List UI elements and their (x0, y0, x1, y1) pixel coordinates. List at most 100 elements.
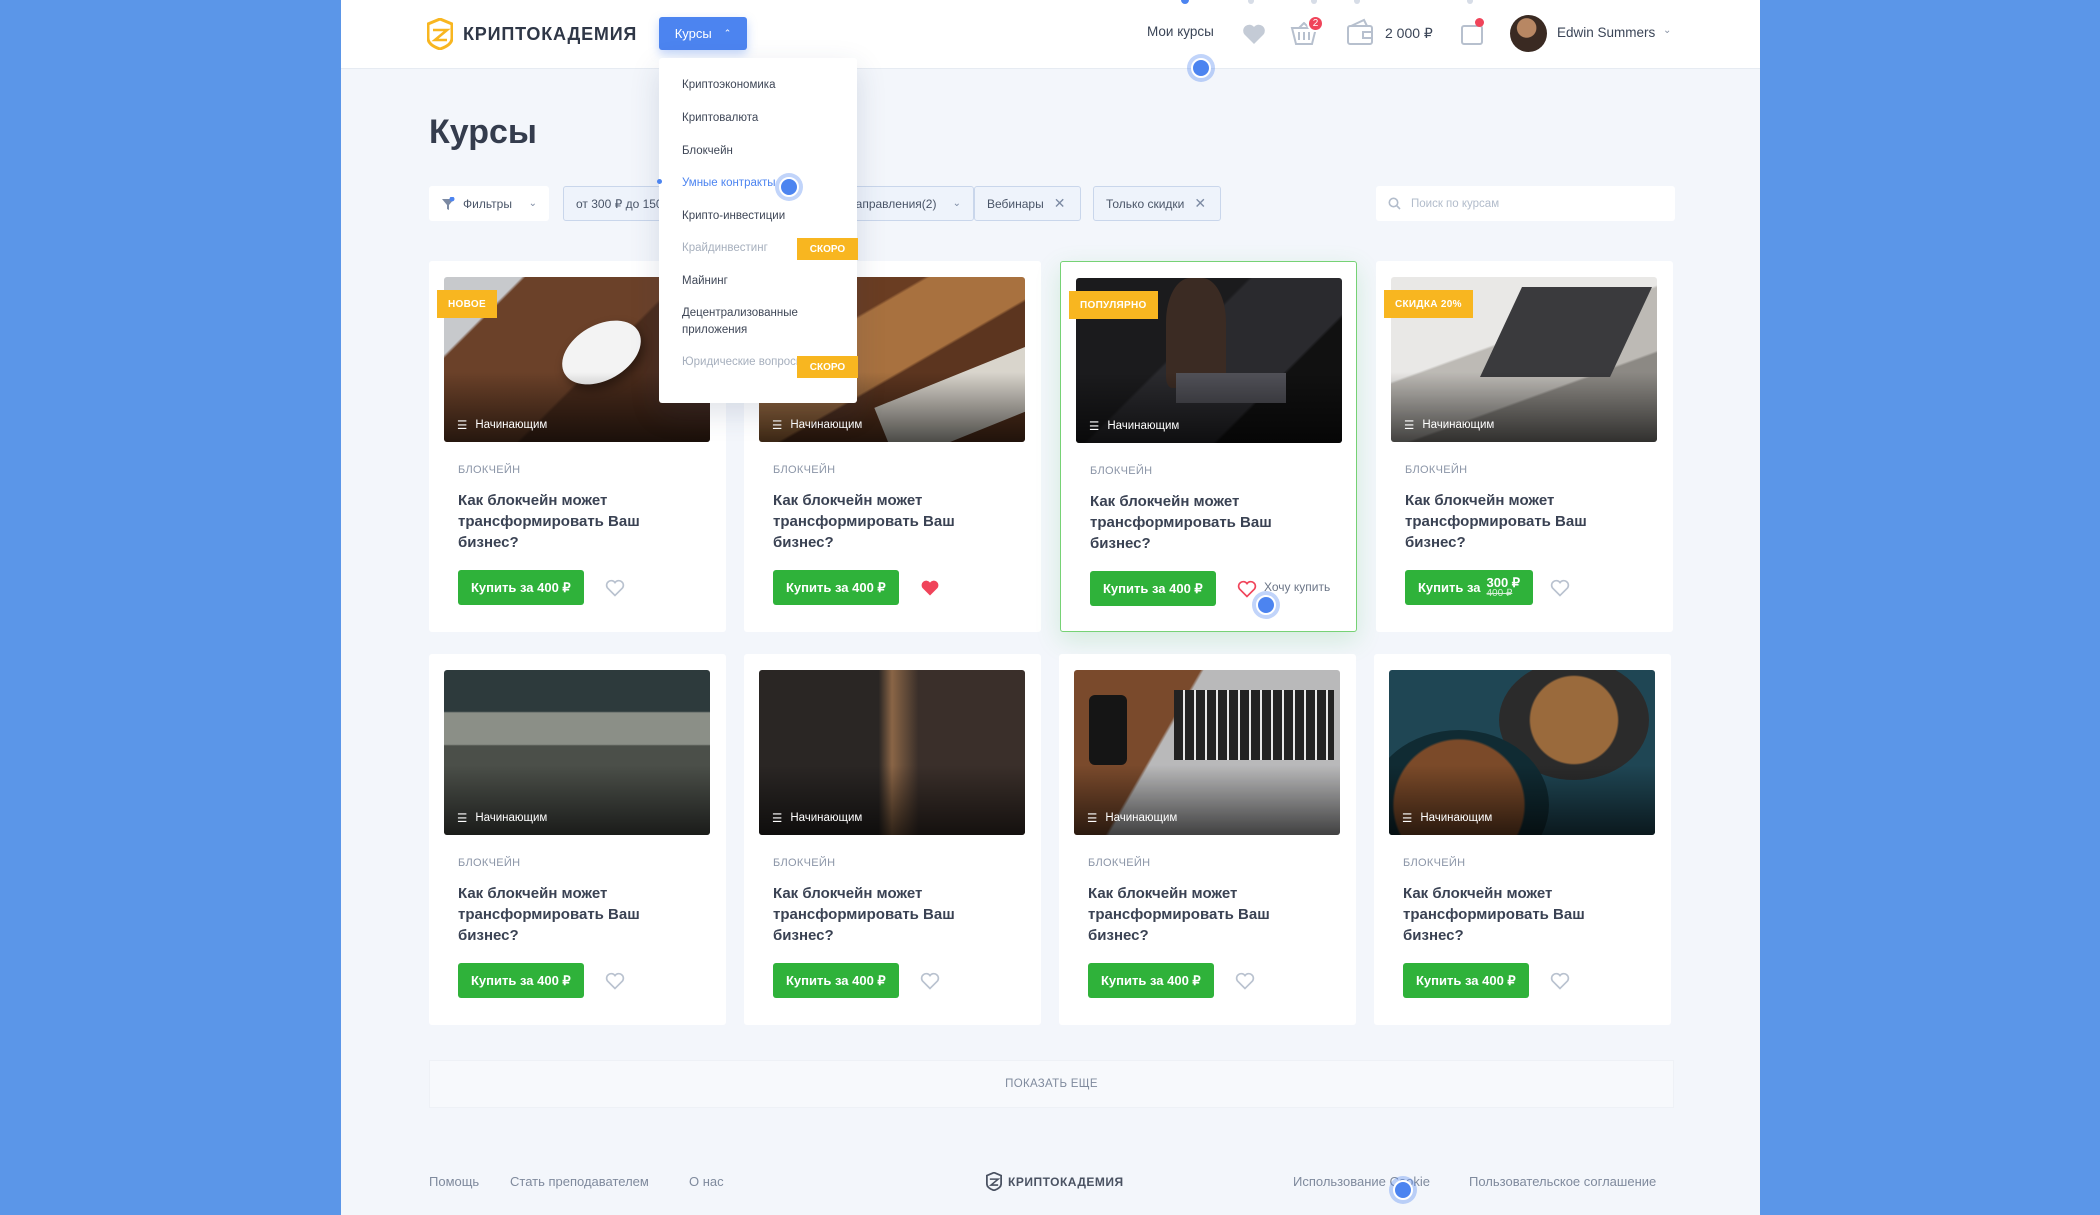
wallet-icon[interactable] (1346, 18, 1374, 46)
search-input[interactable]: Поиск по курсам (1376, 186, 1675, 221)
course-card[interactable]: ☰ Начинающим БЛОКЧЕЙН Как блокчейн может … (1059, 654, 1356, 1025)
new-price: 300 ₽ (1486, 574, 1521, 590)
webinars-filter-chip[interactable]: Вебинары ✕ (974, 186, 1081, 221)
want-to-buy-label[interactable]: Хочу купить (1264, 580, 1330, 594)
show-more-button[interactable]: ПОКАЗАТЬ ЕЩЕ (429, 1060, 1674, 1108)
level-label: ☰ Начинающим (1089, 419, 1179, 433)
heart-filled-icon[interactable] (920, 578, 940, 598)
price-filter-label: от 300 ₽ до 150 (576, 196, 663, 211)
close-icon[interactable]: ✕ (1054, 195, 1066, 212)
course-tag: СКИДКА 20% (1384, 290, 1473, 318)
menu-item[interactable]: Криптоэкономика (682, 77, 817, 94)
heart-outline-icon[interactable] (605, 578, 625, 598)
chevron-up-icon: ⌃ (723, 28, 732, 38)
old-price: 400 ₽ (1486, 587, 1513, 599)
favorites-heart-icon[interactable] (1242, 23, 1266, 45)
course-category: БЛОКЧЕЙН (1090, 465, 1153, 477)
footer-logo[interactable]: КРИПТОКАДЕМИЯ (986, 1172, 1124, 1191)
buy-button[interactable]: Купить за 300 ₽ 400 ₽ (1405, 570, 1534, 605)
footer-link-about[interactable]: О нас (689, 1174, 724, 1189)
level-bars-icon: ☰ (457, 420, 468, 432)
heart-outline-icon[interactable] (605, 971, 625, 991)
buy-button[interactable]: Купить за 400 ₽ (773, 570, 899, 605)
course-image: ☰ Начинающим (1389, 670, 1655, 835)
level-text: Начинающим (1105, 812, 1178, 824)
buy-button[interactable]: Купить за 400 ₽ (1088, 963, 1214, 998)
chevron-down-icon[interactable]: ⌄ (1663, 25, 1671, 36)
heart-outline-icon[interactable] (1550, 971, 1570, 991)
pointer-cursor-icon (1187, 54, 1215, 82)
course-card[interactable]: ☰ Начинающим БЛОКЧЕЙН Как блокчейн может … (744, 654, 1041, 1025)
footer-link-agreement[interactable]: Пользовательское соглашение (1469, 1174, 1656, 1189)
course-category: БЛОКЧЕЙН (458, 464, 521, 476)
pointer-cursor-icon (775, 173, 803, 201)
level-text: Начинающим (475, 419, 548, 431)
wallet-balance[interactable]: 2 000 ₽ (1385, 25, 1433, 42)
course-category: БЛОКЧЕЙН (1403, 857, 1466, 869)
buy-button-label: Купить за 400 ₽ (471, 579, 571, 595)
indicator-dot (1248, 0, 1254, 4)
menu-item[interactable]: Майнинг (682, 273, 817, 290)
footer-link-become-teacher[interactable]: Стать преподавателем (510, 1174, 649, 1189)
buy-button[interactable]: Купить за 400 ₽ (773, 963, 899, 998)
search-placeholder: Поиск по курсам (1411, 197, 1500, 210)
level-label: ☰ Начинающим (1087, 811, 1177, 825)
logo[interactable]: КРИПТОКАДЕМИЯ (427, 18, 637, 50)
course-title[interactable]: Как блокчейн может трансформировать Ваш … (1403, 883, 1603, 946)
keyboard-shape (1174, 690, 1334, 760)
level-label: ☰ Начинающим (1402, 811, 1492, 825)
level-bars-icon: ☰ (1087, 813, 1098, 825)
discounts-filter-chip[interactable]: Только скидки ✕ (1093, 186, 1221, 221)
buy-button[interactable]: Купить за 400 ₽ (458, 963, 584, 998)
course-tag: ПОПУЛЯРНО (1069, 291, 1158, 319)
level-bars-icon: ☰ (457, 813, 468, 825)
filters-dropdown[interactable]: Фильтры ⌄ (429, 186, 549, 221)
course-card[interactable]: ☰ Начинающим СКИДКА 20% БЛОКЧЕЙН Как блок… (1376, 261, 1673, 632)
level-label: ☰ Начинающим (772, 418, 862, 432)
heart-outline-icon[interactable] (920, 971, 940, 991)
courses-dropdown-menu: Криптоэкономика Криптовалюта Блокчейн Ум… (657, 58, 858, 403)
course-category: БЛОКЧЕЙН (773, 464, 836, 476)
footer-logo-text: КРИПТОКАДЕМИЯ (1008, 1174, 1124, 1189)
close-icon[interactable]: ✕ (1194, 195, 1206, 212)
heart-outline-icon[interactable] (1550, 578, 1570, 598)
course-title[interactable]: Как блокчейн может трансформировать Ваш … (458, 490, 658, 553)
cart-count-badge: 2 (1307, 15, 1324, 32)
menu-item[interactable]: Крипто-инвестиции (682, 208, 817, 225)
course-title[interactable]: Как блокчейн может трансформировать Ваш … (1088, 883, 1288, 946)
cart[interactable]: 2 (1290, 15, 1324, 48)
user-name[interactable]: Edwin Summers (1557, 25, 1655, 40)
soon-badge: СКОРО (797, 238, 858, 260)
level-text: Начинающим (1422, 419, 1495, 431)
level-label: ☰ Начинающим (772, 811, 862, 825)
top-bar: КРИПТОКАДЕМИЯ Курсы ⌃ Мои курсы 2 2 000 … (341, 0, 1760, 69)
level-text: Начинающим (790, 812, 863, 824)
course-tag: НОВОЕ (437, 290, 497, 318)
courses-menu-button[interactable]: Курсы ⌃ (659, 17, 747, 50)
course-category: БЛОКЧЕЙН (1088, 857, 1151, 869)
buy-button[interactable]: Купить за 400 ₽ (458, 570, 584, 605)
my-courses-link[interactable]: Мои курсы (1147, 24, 1214, 39)
heart-outline-icon[interactable] (1235, 971, 1255, 991)
buy-button[interactable]: Купить за 400 ₽ (1090, 571, 1216, 606)
course-card[interactable]: ☰ Начинающим БЛОКЧЕЙН Как блокчейн может … (1374, 654, 1671, 1025)
selected-marker (657, 179, 662, 184)
notifications[interactable] (1460, 18, 1486, 46)
level-text: Начинающим (1107, 420, 1180, 432)
indicator-dot (1354, 0, 1360, 4)
level-bars-icon: ☰ (1402, 813, 1413, 825)
avatar[interactable] (1510, 15, 1547, 52)
course-title[interactable]: Как блокчейн может трансформировать Ваш … (773, 883, 973, 946)
course-title[interactable]: Как блокчейн может трансформировать Ваш … (1405, 490, 1605, 553)
menu-item[interactable]: Децентрализованные приложения (682, 305, 817, 339)
course-card[interactable]: ☰ Начинающим БЛОКЧЕЙН Как блокчейн может … (429, 654, 726, 1025)
footer-link-help[interactable]: Помощь (429, 1174, 479, 1189)
course-title[interactable]: Как блокчейн может трансформировать Ваш … (458, 883, 658, 946)
course-title[interactable]: Как блокчейн может трансформировать Ваш … (1090, 491, 1290, 554)
menu-item[interactable]: Криптовалюта (682, 110, 817, 127)
menu-item[interactable]: Блокчейн (682, 143, 817, 160)
level-text: Начинающим (475, 812, 548, 824)
buy-button[interactable]: Купить за 400 ₽ (1403, 963, 1529, 998)
course-title[interactable]: Как блокчейн может трансформировать Ваш … (773, 490, 973, 553)
course-card[interactable]: ☰ Начинающим ПОПУЛЯРНО БЛОКЧЕЙН Как блокч… (1060, 261, 1357, 632)
